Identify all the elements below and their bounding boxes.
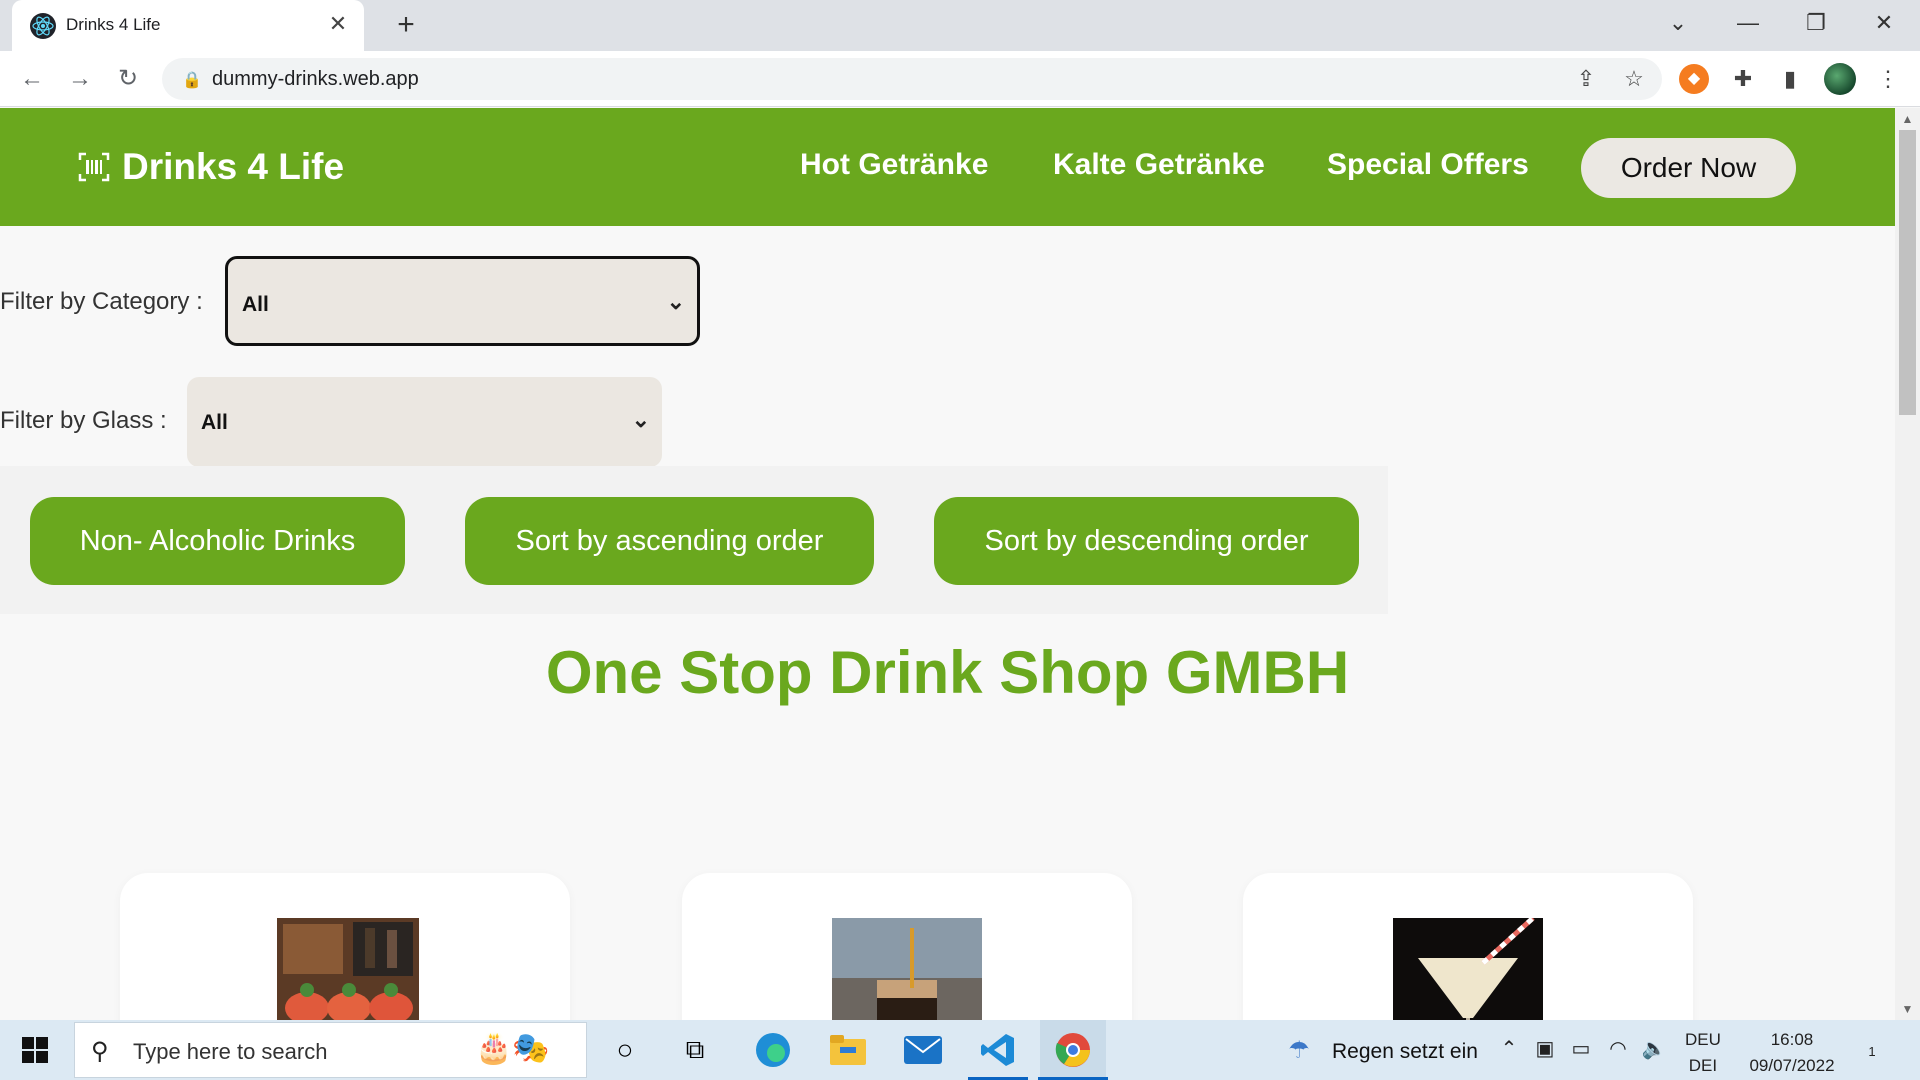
chevron-down-icon: ⌄ <box>666 289 685 314</box>
windows-start-icon[interactable] <box>0 1020 70 1080</box>
wifi-icon[interactable]: ◠ <box>1605 1036 1631 1062</box>
share-icon[interactable]: ⇪ <box>1572 66 1600 92</box>
browser-toolbar: ← → ↻ 🔒 dummy-drinks.web.app ⇪ ☆ <box>0 51 1920 107</box>
brand[interactable]: Drinks 4 Life <box>78 144 344 190</box>
scroll-down-icon[interactable]: ▼ <box>1899 1000 1916 1018</box>
reload-icon[interactable]: ↻ <box>112 65 144 93</box>
notification-count: 1 <box>1868 1044 1876 1059</box>
taskbar-search-placeholder: Type here to search <box>133 1039 328 1064</box>
nav-hot-drinks[interactable]: Hot Getränke <box>800 148 988 182</box>
browser-tab[interactable]: Drinks 4 Life ✕ <box>12 0 364 51</box>
notification-icon[interactable]: 1 <box>1855 1034 1889 1068</box>
barcode-icon <box>78 152 110 182</box>
category-select-value: All <box>242 293 269 316</box>
extensions-puzzle-icon[interactable]: ✚ <box>1728 64 1758 94</box>
language-code: DEU <box>1685 1030 1721 1049</box>
scroll-thumb[interactable] <box>1899 130 1916 415</box>
profile-avatar[interactable] <box>1824 63 1856 95</box>
keyboard-layout: DEI <box>1688 1056 1718 1075</box>
weather-rain-icon[interactable]: ☂ <box>1286 1036 1312 1064</box>
category-select[interactable]: All ⌄ <box>225 256 700 346</box>
back-icon[interactable]: ← <box>16 65 48 93</box>
extension-orange-icon[interactable]: ◆ <box>1679 64 1709 94</box>
nav-cold-drinks[interactable]: Kalte Getränke <box>1053 148 1265 182</box>
system-clock[interactable]: 16:08 09/07/2022 <box>1742 1027 1842 1079</box>
vscode-icon[interactable] <box>970 1020 1026 1080</box>
forward-icon[interactable]: → <box>64 65 96 93</box>
meet-now-icon[interactable]: ▣ <box>1532 1036 1558 1062</box>
glass-filter-label: Filter by Glass : <box>0 407 167 434</box>
side-panel-icon[interactable]: ▮ <box>1775 64 1805 94</box>
file-explorer-icon[interactable] <box>820 1020 876 1080</box>
url-text: dummy-drinks.web.app <box>212 68 419 90</box>
chevron-down-icon: ⌄ <box>631 407 650 432</box>
category-filter-label: Filter by Category : <box>0 288 203 315</box>
close-tab-icon[interactable]: ✕ <box>326 12 350 36</box>
weather-text[interactable]: Regen setzt ein <box>1332 1040 1478 1064</box>
page-headline: One Stop Drink Shop GMBH <box>545 639 1350 706</box>
volume-icon[interactable]: 🔈 <box>1641 1036 1667 1062</box>
sort-ascending-button[interactable]: Sort by ascending order <box>465 497 874 585</box>
search-highlight-icon: 🎂🎭 <box>475 1032 550 1065</box>
restore-button[interactable]: ❐ <box>1796 8 1836 38</box>
chevron-up-icon[interactable]: ⌃ <box>1496 1036 1522 1062</box>
glass-select[interactable]: All ⌄ <box>187 377 662 467</box>
order-now-button[interactable]: Order Now <box>1581 138 1796 198</box>
tab-title: Drinks 4 Life <box>66 15 161 34</box>
address-bar[interactable]: 🔒 dummy-drinks.web.app ⇪ ☆ <box>162 58 1662 100</box>
react-icon <box>30 13 56 39</box>
menu-dots-icon[interactable]: ⋮ <box>1873 64 1903 94</box>
taskbar-search[interactable]: ⚲ Type here to search 🎂🎭 <box>74 1022 587 1078</box>
new-tab-button[interactable]: + <box>390 10 422 42</box>
clock-date: 09/07/2022 <box>1749 1056 1835 1075</box>
close-window-button[interactable]: ✕ <box>1864 8 1904 38</box>
brand-name: Drinks 4 Life <box>122 146 345 187</box>
scroll-up-icon[interactable]: ▲ <box>1899 110 1916 128</box>
minimize-button[interactable]: — <box>1728 8 1768 38</box>
mail-icon[interactable] <box>895 1020 951 1080</box>
cortana-icon[interactable]: ○ <box>600 1020 650 1080</box>
glass-select-value: All <box>201 411 228 434</box>
bookmark-star-icon[interactable]: ☆ <box>1620 66 1648 92</box>
search-icon: ⚲ <box>91 1038 109 1065</box>
battery-icon[interactable]: ▭ <box>1568 1036 1594 1062</box>
nav-special-offers[interactable]: Special Offers <box>1327 148 1529 182</box>
lock-icon: 🔒 <box>182 72 202 89</box>
chrome-taskbar-icon[interactable] <box>1040 1020 1106 1080</box>
tab-search-icon[interactable]: ⌄ <box>1658 8 1698 38</box>
site-header: Drinks 4 Life Hot Getränke Kalte Getränk… <box>0 108 1895 226</box>
input-language[interactable]: DEU DEI <box>1685 1027 1721 1079</box>
non-alcoholic-button[interactable]: Non- Alcoholic Drinks <box>30 497 405 585</box>
task-view-icon[interactable]: ⧉ <box>670 1020 720 1080</box>
sort-descending-button[interactable]: Sort by descending order <box>934 497 1359 585</box>
clock-time: 16:08 <box>1770 1030 1814 1049</box>
edge-icon[interactable] <box>745 1020 801 1080</box>
